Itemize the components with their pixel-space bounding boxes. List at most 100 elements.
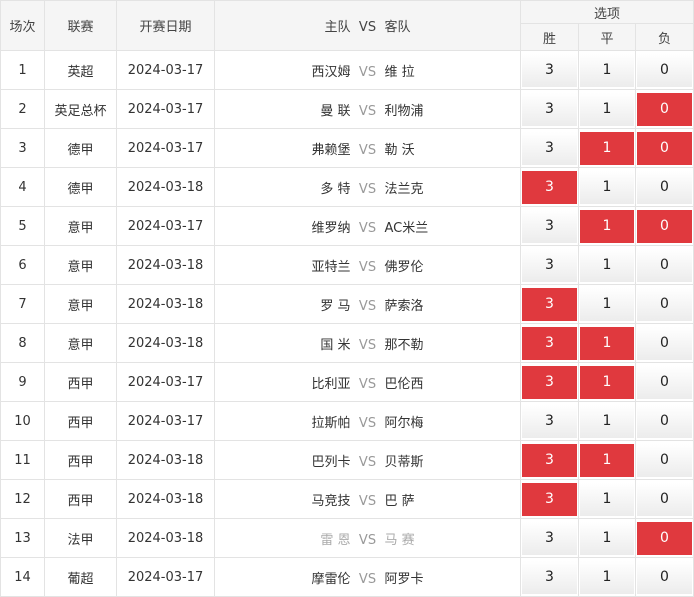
home-team: 雷 恩 (320, 532, 351, 548)
option-draw-button[interactable]: 1 (580, 92, 634, 126)
round-number: 5 (0, 206, 45, 246)
option-lose-button[interactable]: 0 (637, 521, 693, 555)
home-team: 国 米 (320, 337, 351, 353)
league-name: 意甲 (44, 284, 117, 324)
option-draw-button[interactable]: 1 (580, 365, 634, 399)
header-round: 场次 (0, 0, 45, 51)
option-draw-button[interactable]: 1 (580, 209, 634, 243)
option-draw-button[interactable]: 1 (580, 404, 634, 438)
league-name: 德甲 (44, 167, 117, 207)
away-team: 勒 沃 (384, 142, 415, 158)
option-cell-lose: 0 (634, 518, 694, 558)
teams-cell: 拉斯帕 VS 阿尔梅 (214, 401, 521, 441)
match-row: 2 英足总杯 2024-03-17 曼 联 VS 利物浦 3 1 0 (0, 89, 694, 129)
away-team: 利物浦 (384, 103, 424, 119)
option-win-button[interactable]: 3 (522, 131, 577, 165)
option-draw-button[interactable]: 1 (580, 131, 634, 165)
option-win-button[interactable]: 3 (522, 365, 577, 399)
option-lose-button[interactable]: 0 (637, 53, 693, 87)
option-win-button[interactable]: 3 (522, 560, 577, 594)
home-team: 曼 联 (320, 103, 351, 119)
match-row: 11 西甲 2024-03-18 巴列卡 VS 贝蒂斯 3 1 0 (0, 440, 694, 480)
option-cell-draw: 1 (578, 50, 636, 90)
match-date: 2024-03-18 (116, 479, 215, 519)
option-lose-button[interactable]: 0 (637, 131, 693, 165)
round-number: 1 (0, 50, 45, 90)
league-name: 法甲 (44, 518, 117, 558)
away-team: 维 拉 (384, 64, 415, 80)
match-row: 7 意甲 2024-03-18 罗 马 VS 萨索洛 3 1 0 (0, 284, 694, 324)
option-cell-lose: 0 (634, 167, 694, 207)
round-number: 8 (0, 323, 45, 363)
away-team: 阿尔梅 (384, 415, 424, 431)
option-draw-button[interactable]: 1 (580, 287, 634, 321)
away-team: 佛罗伦 (384, 259, 424, 275)
away-team: 巴 萨 (384, 493, 415, 509)
option-win-button[interactable]: 3 (522, 404, 577, 438)
option-draw-button[interactable]: 1 (580, 170, 634, 204)
option-lose-button[interactable]: 0 (637, 365, 693, 399)
teams-cell: 马竞技 VS 巴 萨 (214, 479, 521, 519)
option-lose-button[interactable]: 0 (637, 560, 693, 594)
match-date: 2024-03-17 (116, 557, 215, 597)
option-lose-button[interactable]: 0 (637, 404, 693, 438)
vs-label: VS (358, 337, 377, 353)
option-draw-button[interactable]: 1 (580, 482, 634, 516)
vs-label: VS (358, 532, 377, 548)
option-cell-win: 3 (520, 284, 579, 324)
option-win-button[interactable]: 3 (522, 209, 577, 243)
league-name: 意甲 (44, 323, 117, 363)
option-win-button[interactable]: 3 (522, 287, 577, 321)
option-draw-button[interactable]: 1 (580, 53, 634, 87)
header-home: 主队 (324, 20, 351, 35)
option-win-button[interactable]: 3 (522, 170, 577, 204)
home-team: 弗赖堡 (311, 142, 351, 158)
option-win-button[interactable]: 3 (522, 92, 577, 126)
option-draw-button[interactable]: 1 (580, 248, 634, 282)
option-draw-button[interactable]: 1 (580, 521, 634, 555)
match-date: 2024-03-17 (116, 401, 215, 441)
vs-label: VS (358, 220, 377, 236)
option-draw-button[interactable]: 1 (580, 560, 634, 594)
vs-label: VS (358, 64, 377, 80)
home-team: 巴列卡 (311, 454, 351, 470)
away-team: AC米兰 (384, 220, 429, 236)
option-draw-button[interactable]: 1 (580, 326, 634, 360)
option-win-button[interactable]: 3 (522, 326, 577, 360)
option-win-button[interactable]: 3 (522, 53, 577, 87)
option-lose-button[interactable]: 0 (637, 248, 693, 282)
option-lose-button[interactable]: 0 (637, 209, 693, 243)
option-win-button[interactable]: 3 (522, 482, 577, 516)
option-lose-button[interactable]: 0 (637, 287, 693, 321)
option-cell-lose: 0 (634, 362, 694, 402)
option-lose-button[interactable]: 0 (637, 92, 693, 126)
match-date: 2024-03-17 (116, 89, 215, 129)
header-lose: 负 (634, 23, 694, 51)
vs-label: VS (358, 376, 377, 392)
option-cell-lose: 0 (634, 479, 694, 519)
option-lose-button[interactable]: 0 (637, 482, 693, 516)
round-number: 11 (0, 440, 45, 480)
option-lose-button[interactable]: 0 (637, 170, 693, 204)
home-team: 西汉姆 (311, 64, 351, 80)
option-win-button[interactable]: 3 (522, 443, 577, 477)
option-lose-button[interactable]: 0 (637, 326, 693, 360)
option-lose-button[interactable]: 0 (637, 443, 693, 477)
match-row: 8 意甲 2024-03-18 国 米 VS 那不勒 3 1 0 (0, 323, 694, 363)
option-cell-win: 3 (520, 479, 579, 519)
option-draw-button[interactable]: 1 (580, 443, 634, 477)
option-win-button[interactable]: 3 (522, 248, 577, 282)
match-date: 2024-03-17 (116, 206, 215, 246)
teams-cell: 比利亚 VS 巴伦西 (214, 362, 521, 402)
header-win: 胜 (520, 23, 579, 51)
round-number: 2 (0, 89, 45, 129)
vs-label: VS (358, 415, 377, 431)
vs-label: VS (358, 259, 377, 275)
option-cell-win: 3 (520, 245, 579, 285)
match-row: 4 德甲 2024-03-18 多 特 VS 法兰克 3 1 0 (0, 167, 694, 207)
option-win-button[interactable]: 3 (522, 521, 577, 555)
option-cell-draw: 1 (578, 245, 636, 285)
match-row: 13 法甲 2024-03-18 雷 恩 VS 马 赛 310 (0, 518, 694, 558)
table-body: 1 英超 2024-03-17 西汉姆 VS 维 拉 3 1 0 2 英足总杯 2024-03-17 曼… (0, 50, 694, 597)
league-name: 西甲 (44, 401, 117, 441)
